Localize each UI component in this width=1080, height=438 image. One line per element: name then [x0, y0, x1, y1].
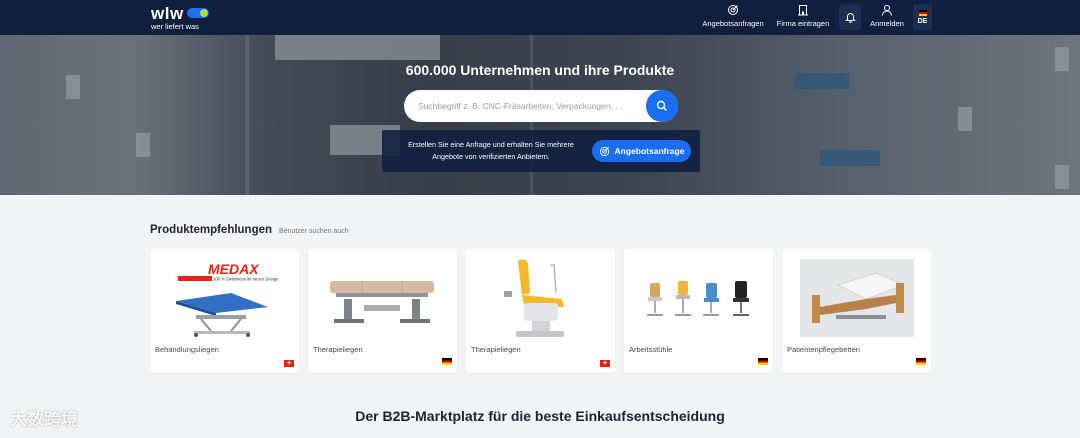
target-check-icon [728, 5, 738, 15]
search-icon [656, 100, 668, 112]
hero-title: 600.000 Unternehmen und ihre Produkte [405, 62, 675, 78]
language-label: DE [917, 17, 928, 25]
marketplace-heading: Der B2B-Marktplatz für die beste Einkauf… [355, 408, 725, 424]
angebotsanfrage-button[interactable]: Angebotsanfrage [592, 140, 691, 162]
request-cta-text: Erstellen Sie eine Anfrage und erhalten … [408, 140, 574, 161]
swiss-flag-icon: + [600, 360, 610, 367]
medax-logo-text: MEDAX [208, 261, 260, 277]
building-icon [798, 5, 808, 16]
care-bed-image [800, 259, 914, 337]
top-navigation-bar: wlw wer liefert was Angebotsanfragen Fir… [0, 0, 1080, 35]
target-check-icon [599, 146, 609, 156]
search-input[interactable] [418, 90, 642, 122]
therapy-chair-image [504, 259, 564, 337]
logo-text: wlw [151, 4, 184, 23]
product-card-label: Therapieliegen [471, 345, 521, 354]
hero-section: 600.000 Unternehmen und ihre Produkte Er… [0, 35, 1080, 195]
search-bar [404, 90, 678, 122]
notifications-button[interactable] [839, 4, 861, 30]
wlw-logo[interactable]: wlw wer liefert was [151, 4, 221, 31]
nav-angebotsanfragen[interactable]: Angebotsanfragen [700, 4, 766, 32]
swiss-flag-icon: + [284, 360, 294, 367]
product-card-label: Arbeitsstühle [629, 345, 673, 354]
angebotsanfrage-button-label: Angebotsanfrage [614, 146, 685, 156]
work-chairs-image [647, 281, 749, 316]
product-card-label: Patientenpflegebetten [787, 345, 860, 354]
logo-toggle-icon [187, 8, 209, 18]
nav-anmelden-label: Anmelden [870, 19, 904, 28]
german-flag-icon [916, 358, 926, 365]
nav-anmelden[interactable]: Anmelden [866, 4, 908, 32]
therapy-table-image [330, 281, 434, 323]
nav-firma-eintragen[interactable]: Firma eintragen [774, 4, 832, 32]
logo-subtitle: wer liefert was [151, 22, 199, 31]
product-card-label: Therapieliegen [313, 345, 363, 354]
german-flag-icon [918, 9, 927, 16]
request-cta-panel: Erstellen Sie eine Anfrage und erhalten … [382, 130, 700, 172]
product-card[interactable]: Patientenpflegebetten [782, 249, 931, 373]
product-card[interactable]: MEDAX 100 % Swissness im neuen Design Be… [150, 249, 299, 373]
search-button[interactable] [646, 90, 678, 122]
nav-angebotsanfragen-label: Angebotsanfragen [702, 19, 764, 28]
medax-tagline: 100 % Swissness im neuen Design [213, 277, 279, 282]
treatment-couch-image: MEDAX 100 % Swissness im neuen Design [176, 261, 279, 337]
watermark-text: 大数跨境 [10, 410, 78, 429]
recommendations-subtitle: Benutzer suchen auch [279, 228, 349, 235]
nav-firma-eintragen-label: Firma eintragen [776, 19, 830, 28]
german-flag-icon [758, 358, 768, 365]
bell-icon [844, 13, 856, 23]
recommendations-title: Produktempfehlungen [150, 224, 273, 236]
product-card[interactable]: Therapieliegen [308, 249, 457, 373]
german-flag-icon [442, 358, 452, 365]
language-switcher[interactable]: DE [913, 4, 932, 30]
product-card-label: Behandlungsliegen [155, 345, 219, 354]
user-icon [882, 5, 892, 16]
product-card[interactable]: Therapieliegen + [466, 249, 615, 373]
product-card[interactable]: Arbeitsstühle [624, 249, 773, 373]
